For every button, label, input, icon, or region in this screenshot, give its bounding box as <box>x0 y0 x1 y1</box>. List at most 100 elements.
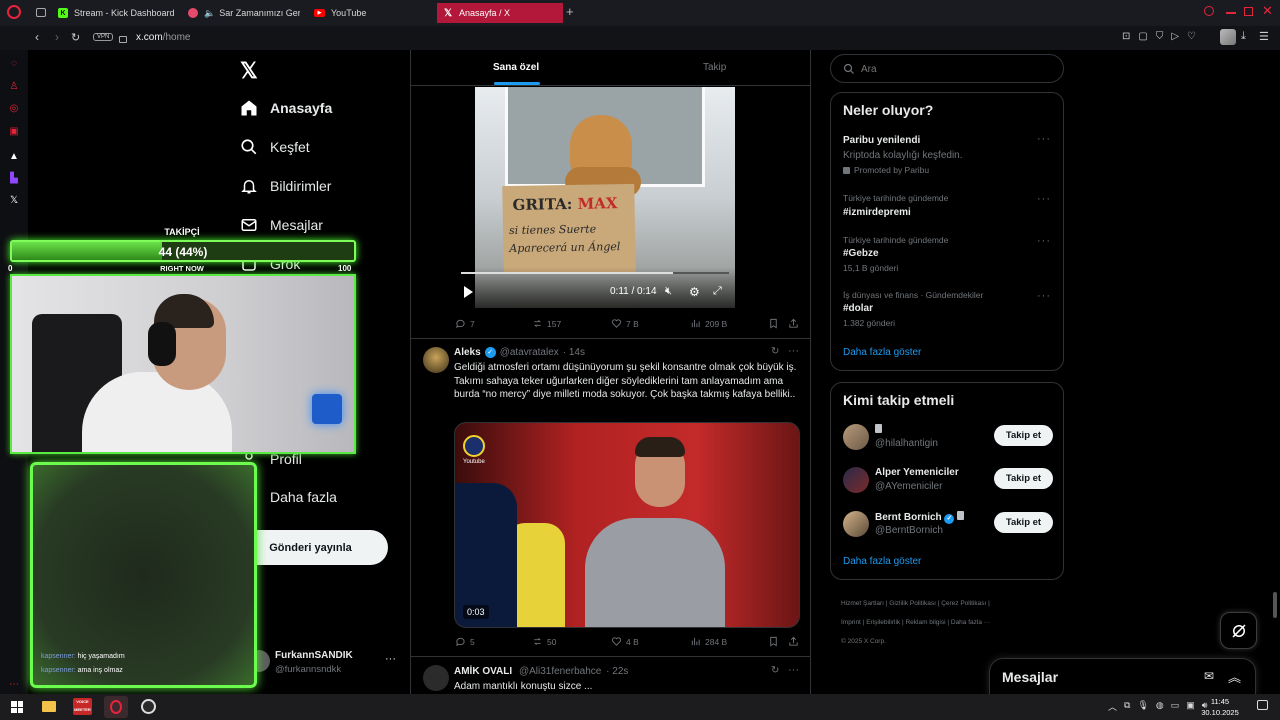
trend-item[interactable]: Türkiye tarihinde gündemde #izmirdepremi… <box>831 191 1063 221</box>
footer-link[interactable]: Çerez Politikası <box>941 600 986 607</box>
new-tab-button[interactable]: + <box>566 4 574 19</box>
search-box[interactable] <box>830 54 1064 83</box>
video-progress-track[interactable] <box>461 272 729 274</box>
grok-floating-button[interactable] <box>1220 612 1257 649</box>
views-button[interactable]: 209 B <box>690 318 727 329</box>
microphone-icon[interactable]: 🎙︎ <box>1137 700 1148 713</box>
post2-avatar[interactable] <box>423 347 449 373</box>
notifications-icon[interactable] <box>1257 700 1268 710</box>
post2-more-button[interactable]: ··· <box>788 345 799 357</box>
post2-handle[interactable]: @atavratalex <box>500 347 559 358</box>
share-button[interactable] <box>788 318 803 329</box>
reply-button[interactable]: 5 <box>455 636 475 647</box>
new-message-icon[interactable]: ✉ <box>1204 669 1214 683</box>
url-field[interactable]: x.com/home <box>136 32 190 43</box>
like-button[interactable]: 4 B <box>611 636 639 647</box>
suggestion-row[interactable]: Alper Yemeniciler @AYemeniciler Takip et <box>831 464 1063 498</box>
opera-gx-taskbar-icon[interactable] <box>104 696 128 718</box>
more-sidebar-icon[interactable]: ⋯ <box>8 678 20 690</box>
tab-kick-dashboard[interactable]: K Stream - Kick Dashboard <box>52 3 182 23</box>
post2-video[interactable]: Youtube 0:03 <box>454 422 800 628</box>
footer-link[interactable]: Imprint <box>841 619 861 626</box>
download-icon[interactable]: ⤓ <box>1241 30 1246 43</box>
nav-home[interactable]: Anasayfa <box>240 99 332 117</box>
reload-button[interactable]: ↻ <box>71 31 80 44</box>
post3-handle[interactable]: @Ali31fenerbahce <box>519 666 601 677</box>
tray-chevron-icon[interactable]: ︿ <box>1108 700 1117 713</box>
back-button[interactable]: ‹ <box>35 30 39 44</box>
views-button[interactable]: 284 B <box>690 636 727 647</box>
windows-start-icon[interactable] <box>11 701 23 713</box>
search-tabs-icon[interactable] <box>1204 6 1214 16</box>
tab-youtube[interactable]: ▶ YouTube <box>308 3 428 23</box>
trend-more-icon[interactable]: ··· <box>1037 290 1051 302</box>
search-input[interactable] <box>861 61 1051 77</box>
follow-button[interactable]: Takip et <box>994 468 1053 489</box>
repost-button[interactable]: 157 <box>532 318 561 329</box>
taskbar-app-icon[interactable] <box>141 699 156 714</box>
tab-music[interactable]: 🔈 Sar Zamanımızı Geriye <box>182 3 300 23</box>
account-switcher[interactable]: FurkannSANDIK @furkannsndkk ··· <box>248 648 400 682</box>
snapshot-icon[interactable]: ▢ <box>1138 31 1147 42</box>
repost-button[interactable]: 50 <box>532 636 556 647</box>
bookmark-button[interactable] <box>768 318 783 329</box>
follow-button[interactable]: Takip et <box>994 425 1053 446</box>
nav-notifications[interactable]: Bildirimler <box>240 177 331 195</box>
trend-item[interactable]: Paribu yenilendi Kriptoda kolaylığı keşf… <box>831 131 1063 181</box>
trend-item[interactable]: Türkiye tarihinde gündemde #Gebze 15,1 B… <box>831 233 1063 277</box>
maximize-button[interactable] <box>1244 7 1253 16</box>
suggestion-row[interactable]: @hilalhantigin Takip et <box>831 421 1063 455</box>
close-window-button[interactable]: ✕ <box>1262 3 1273 19</box>
bookmark-button[interactable] <box>768 636 783 647</box>
footer-link[interactable]: Reklam bilgisi <box>905 619 945 626</box>
grok-explain-icon[interactable]: ↻ <box>771 665 779 676</box>
tray-app-icon[interactable]: ⧉ <box>1124 700 1130 713</box>
messenger-icon[interactable]: ◎ <box>8 102 20 114</box>
post3-avatar[interactable] <box>423 665 449 691</box>
heart-icon[interactable]: ♡ <box>1187 31 1196 42</box>
post3-more-button[interactable]: ··· <box>788 664 799 676</box>
tab-overview-icon[interactable] <box>36 8 46 17</box>
voicemeeter-icon[interactable]: VOICE MEETER <box>73 698 92 715</box>
instagram-icon[interactable]: ▣ <box>8 125 20 137</box>
account-more-icon[interactable]: ··· <box>385 653 396 665</box>
monitor-icon[interactable]: ▣ <box>1186 700 1195 713</box>
play-icon[interactable]: ▷ <box>1171 31 1179 42</box>
clock[interactable]: 11:45 30.10.2025 <box>1198 696 1242 718</box>
shopping-icon[interactable]: ♙ <box>8 80 20 92</box>
trend-more-icon[interactable]: ··· <box>1037 235 1051 247</box>
bookmark-icon[interactable]: ⊡ <box>1122 31 1130 42</box>
like-button[interactable]: 7 B <box>611 318 639 329</box>
post3-author-name[interactable]: AMİK OVALI <box>454 666 512 677</box>
fullscreen-icon[interactable]: ⤢ <box>713 285 722 298</box>
shield-icon[interactable]: ⛉ <box>1156 31 1164 42</box>
menu-icon[interactable]: ☰ <box>1259 30 1269 43</box>
post3-time[interactable]: · 22s <box>606 666 628 677</box>
minimize-button[interactable] <box>1226 12 1236 14</box>
tab-following[interactable]: Takip <box>621 50 810 86</box>
mute-icon[interactable]: 🔇︎ <box>665 285 672 298</box>
footer-link[interactable]: Gizlilik Politikası <box>889 600 936 607</box>
trends-show-more[interactable]: Daha fazla göster <box>843 347 921 358</box>
vpn-badge[interactable]: VPN <box>93 33 114 41</box>
tab-x-home[interactable]: 𝕏 Anasayfa / X <box>437 3 563 23</box>
suggestion-row[interactable]: Bernt Bornich ✓ @BerntBornich Takip et <box>831 508 1063 542</box>
footer-link[interactable]: Daha fazla ··· <box>951 619 990 626</box>
aria-icon[interactable]: ◌ <box>8 57 20 69</box>
post1-video[interactable]: GRITA: MAX si tienes Suerte Aparecerá un… <box>475 87 735 308</box>
messages-drawer[interactable]: Mesajlar ✉ ︽ <box>989 658 1256 696</box>
gx-icon[interactable]: ▲ <box>8 150 20 162</box>
post2-author-name[interactable]: Aleks <box>454 347 481 358</box>
forward-button[interactable]: › <box>55 30 59 44</box>
page-scrollbar[interactable] <box>1273 592 1277 618</box>
trend-more-icon[interactable]: ··· <box>1037 193 1051 205</box>
trend-more-icon[interactable]: ··· <box>1037 133 1051 145</box>
follow-button[interactable]: Takip et <box>994 512 1053 533</box>
share-button[interactable] <box>788 636 803 647</box>
x-logo-icon[interactable]: 𝕏 <box>240 58 258 84</box>
settings-gear-icon[interactable]: ⚙ <box>689 285 700 299</box>
tab-for-you[interactable]: Sana özel <box>411 50 621 86</box>
trend-item[interactable]: İş dünyası ve finans · Gündemdekiler #do… <box>831 288 1063 332</box>
reply-button[interactable]: 7 <box>455 318 475 329</box>
opera-logo-icon[interactable] <box>7 5 21 19</box>
